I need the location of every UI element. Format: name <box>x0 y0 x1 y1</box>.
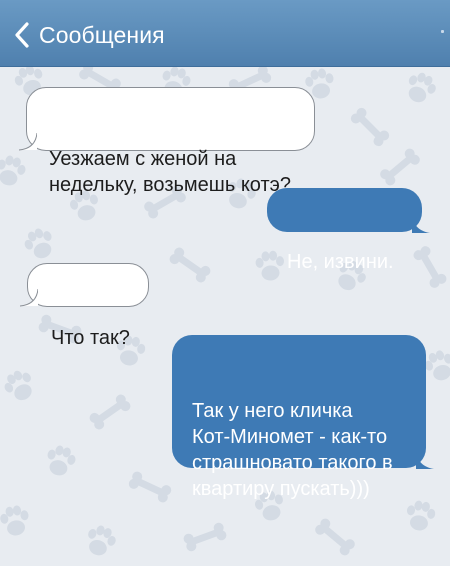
paw-icon <box>0 503 32 538</box>
back-button[interactable]: Сообщения <box>14 20 165 50</box>
paw-icon <box>403 498 438 533</box>
message-incoming[interactable]: Что так? <box>20 263 149 349</box>
bone-icon <box>182 521 228 553</box>
bubble-tail <box>416 451 434 469</box>
paw-icon <box>42 442 79 479</box>
paw-icon <box>254 249 286 282</box>
paw-icon <box>0 365 40 406</box>
bone-icon <box>411 244 449 290</box>
bone-icon <box>348 105 392 149</box>
back-button-label: Сообщения <box>39 22 165 48</box>
bubble-tail <box>412 215 430 233</box>
chat-area[interactable]: Уезжаем с женой на недельку, возьмешь ко… <box>0 67 450 566</box>
message-text: Не, извини. <box>287 251 394 273</box>
message-outgoing[interactable]: Так у него кличка Кот-Миномет - как-то с… <box>172 335 434 500</box>
bubble-tail <box>19 133 37 151</box>
paw-icon <box>0 152 29 189</box>
bone-icon <box>127 469 173 505</box>
message-outgoing[interactable]: Не, извини. <box>267 188 430 273</box>
bone-icon <box>313 516 357 558</box>
navigation-bar: Сообщения <box>0 0 450 67</box>
paw-icon <box>401 68 440 108</box>
chevron-left-icon <box>14 22 30 48</box>
header-dot <box>441 30 444 33</box>
message-text: Что так? <box>51 327 130 349</box>
bone-icon <box>378 146 422 188</box>
paw-icon <box>20 224 59 264</box>
bubble-tail <box>20 289 38 307</box>
bone-icon <box>167 245 213 285</box>
message-incoming[interactable]: Уезжаем с женой на недельку, возьмешь ко… <box>19 87 315 196</box>
message-text: Так у него кличка Кот-Миномет - как-то с… <box>192 400 393 500</box>
bone-icon <box>87 392 133 432</box>
paw-icon <box>82 522 120 560</box>
